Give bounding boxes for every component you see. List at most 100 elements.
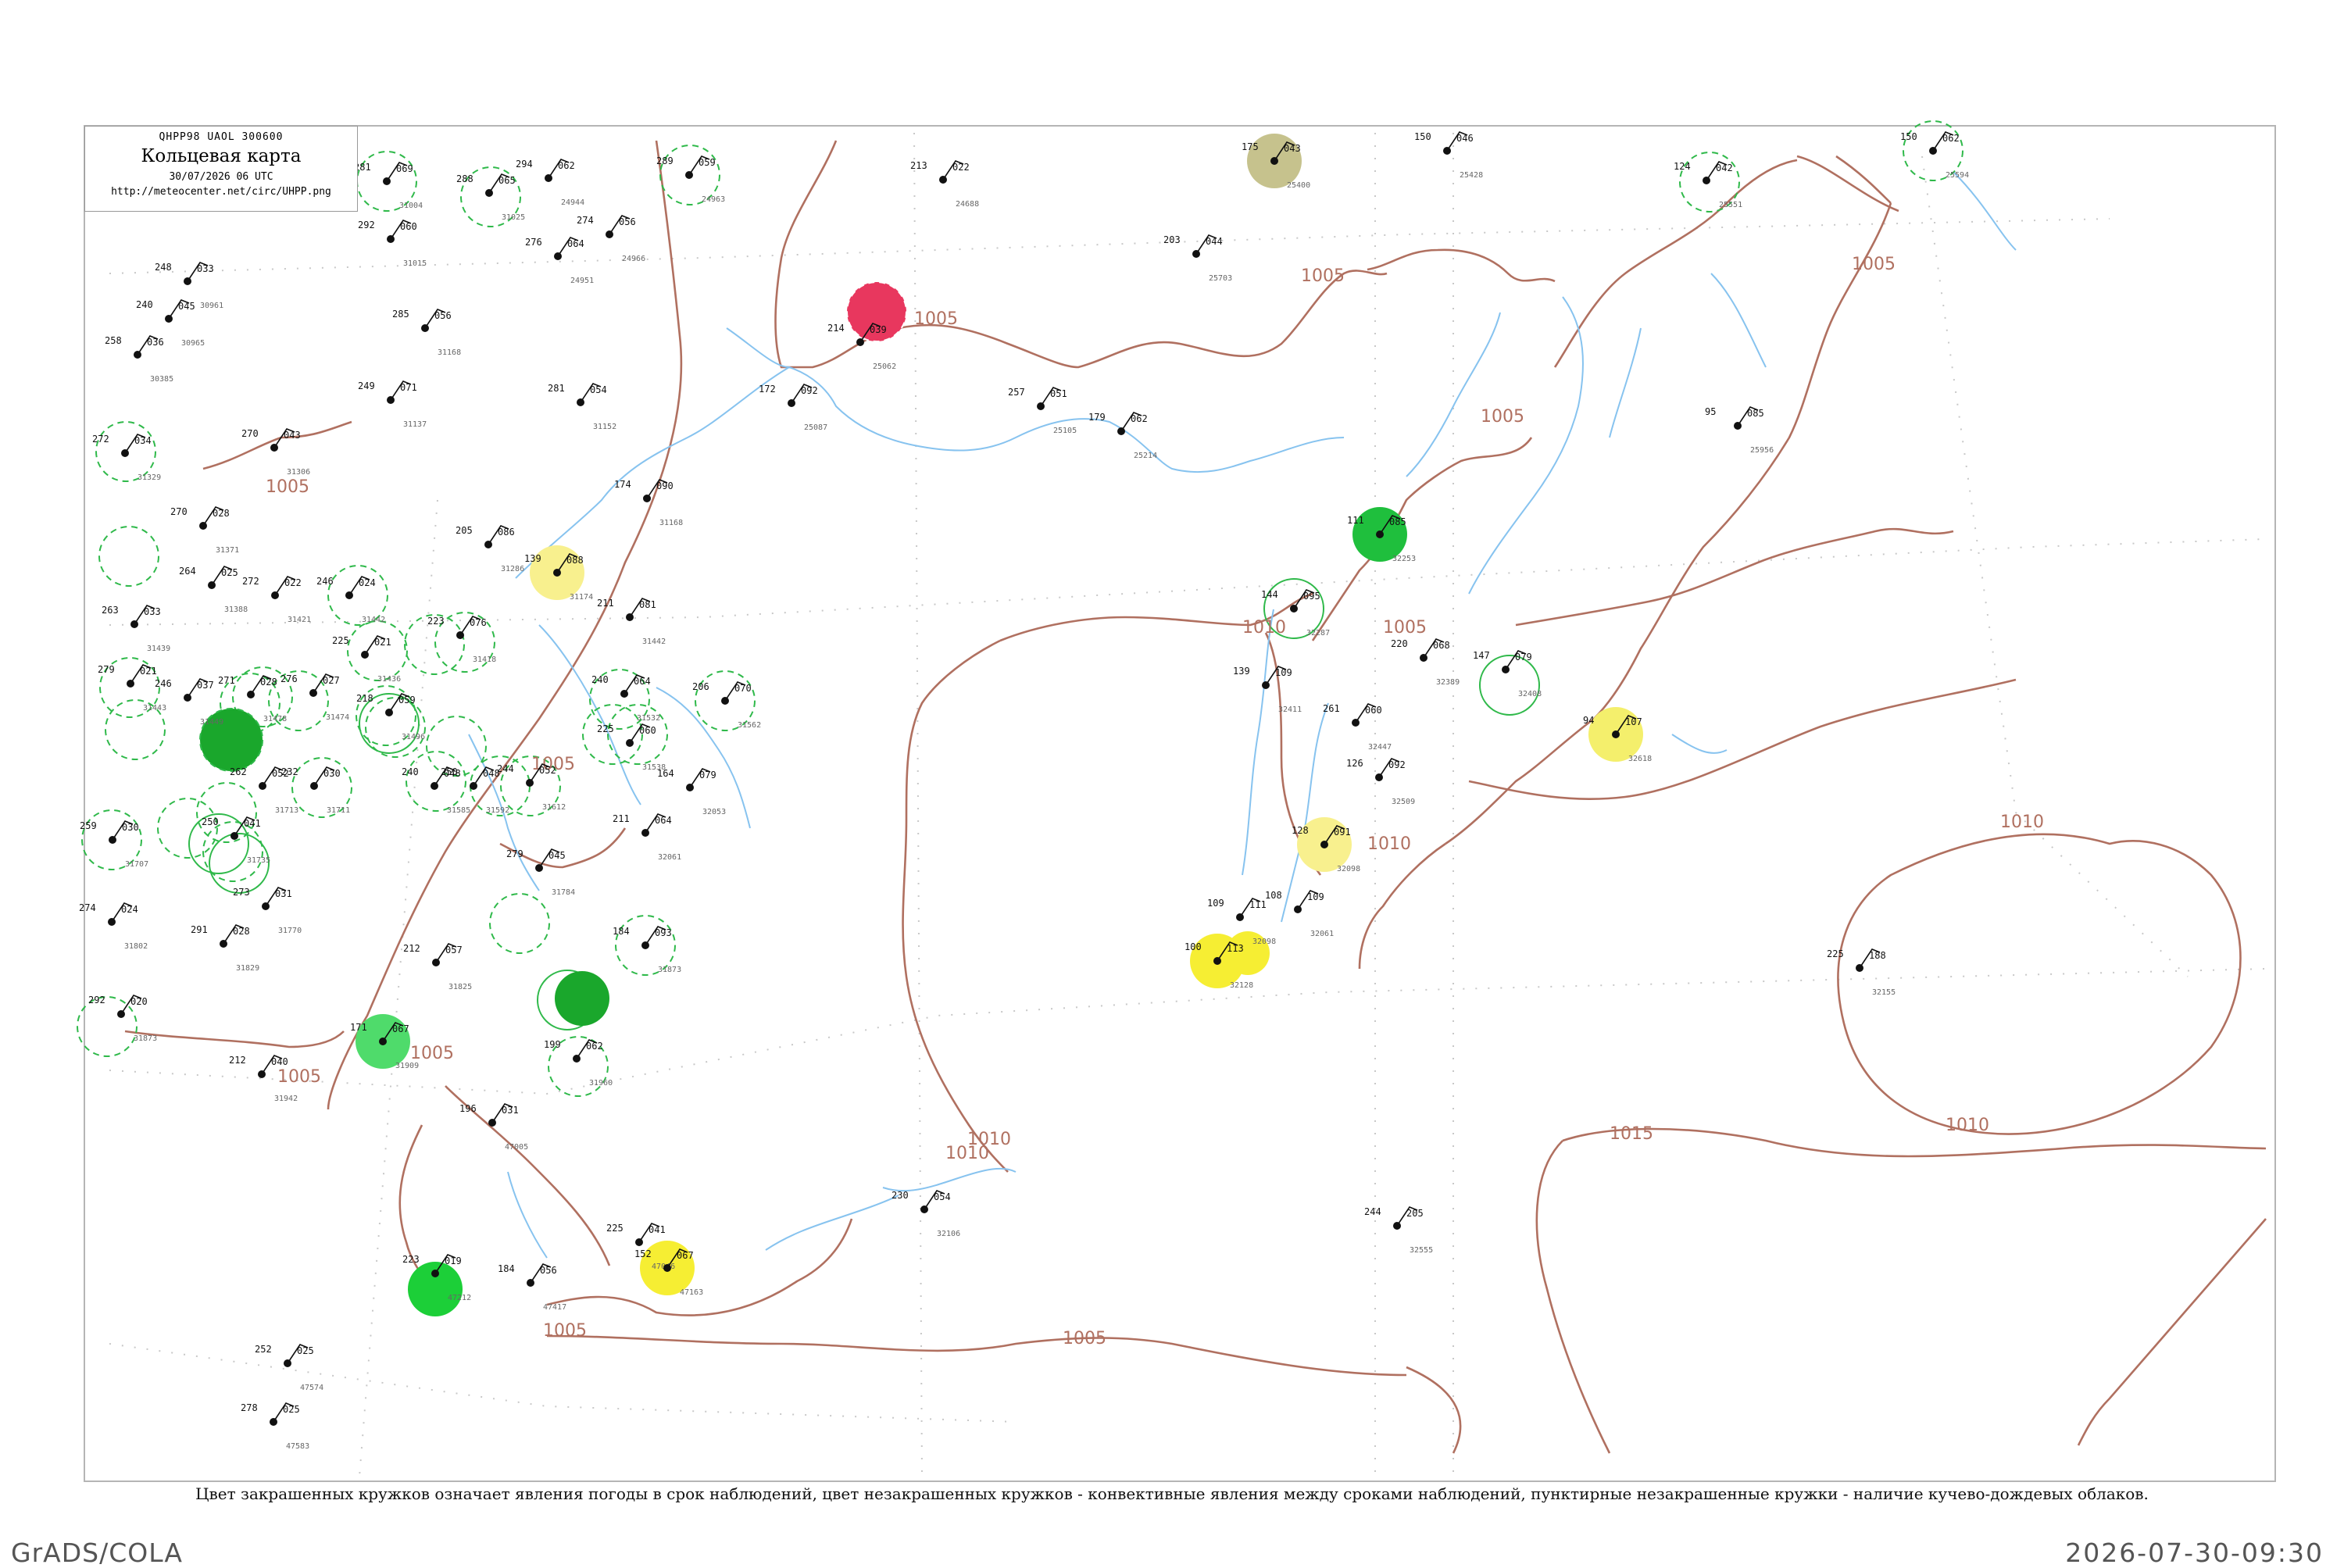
station-tendency: 041 xyxy=(244,818,261,829)
station-plot: 240 064 31532 xyxy=(591,674,660,723)
station-pressure: 292 xyxy=(88,995,105,1005)
station-plot: 272 034 31329 xyxy=(92,434,161,482)
isobar-label: 1010 xyxy=(967,1130,1011,1149)
station-plot: 225 188 32155 xyxy=(1827,948,1896,997)
station-id: 31418 xyxy=(473,655,496,664)
isobar-label: 1005 xyxy=(1301,266,1345,286)
station-pressure: 108 xyxy=(1265,890,1282,901)
station-tendency: 028 xyxy=(233,926,250,937)
station-pressure: 225 xyxy=(1827,948,1844,959)
station-tendency: 027 xyxy=(323,675,340,686)
isobar-label: 1005 xyxy=(1852,255,1896,274)
station-tendency: 092 xyxy=(801,385,818,396)
station-id: 31960 xyxy=(589,1079,613,1088)
station-id: 47005 xyxy=(505,1143,528,1152)
station-tendency: 031 xyxy=(275,888,292,899)
station-pressure: 279 xyxy=(506,848,523,859)
station-id: 24966 xyxy=(622,255,645,263)
station-pressure: 225 xyxy=(606,1223,624,1234)
station-id: 31174 xyxy=(570,593,593,602)
station-plot: 246 037 31449 xyxy=(155,678,223,727)
station-id: 32411 xyxy=(1278,705,1302,714)
station-id: 32098 xyxy=(1337,865,1360,873)
station-pressure: 272 xyxy=(242,576,259,587)
station-plot: 262 052 31713 xyxy=(230,766,298,815)
station-id: 31025 xyxy=(502,213,525,222)
station-pressure: 214 xyxy=(827,323,845,334)
station-id: 31449 xyxy=(200,718,223,727)
station-tendency: 060 xyxy=(639,725,656,736)
legend-caption: Цвет закрашенных кружков означает явлени… xyxy=(195,1484,2149,1503)
station-pressure: 272 xyxy=(92,434,109,445)
synoptic-map[interactable]: 1005 1005 1005 1005 1005 1005 1005 1005 … xyxy=(0,0,2344,1563)
station-id: 31562 xyxy=(738,721,761,730)
station-id: 31532 xyxy=(637,714,660,723)
software-credit: GrADS/COLA xyxy=(11,1538,183,1568)
station-id: 31802 xyxy=(124,942,148,951)
station-id: 31942 xyxy=(274,1095,298,1103)
station-tendency: 109 xyxy=(1307,891,1324,902)
station-plot: 150 046 25428 xyxy=(1414,131,1483,180)
station-id: 32555 xyxy=(1410,1246,1433,1255)
station-pressure: 94 xyxy=(1583,715,1594,726)
station-tendency: 054 xyxy=(590,384,607,395)
station-tendency: 022 xyxy=(952,162,970,173)
station-pressure: 184 xyxy=(613,926,630,937)
station-pressure: 100 xyxy=(1185,941,1202,952)
station-tendency: 113 xyxy=(1227,943,1244,954)
station-id: 31825 xyxy=(448,983,472,991)
station-id: 31329 xyxy=(138,473,161,482)
station-id: 24963 xyxy=(702,195,725,204)
station-id: 31137 xyxy=(403,420,427,429)
station-pressure: 240 xyxy=(136,299,153,310)
station-pressure: 240 xyxy=(402,766,419,777)
station-tendency: 028 xyxy=(260,677,277,688)
isobar-label: 1005 xyxy=(1481,407,1524,427)
station-plot: 172 092 25087 xyxy=(759,384,827,432)
map-datetime: 30/07/2026 06 UTC xyxy=(169,171,273,183)
station-tendency: 054 xyxy=(934,1191,951,1202)
station-id: 30385 xyxy=(150,375,173,384)
station-pressure: 172 xyxy=(759,384,776,395)
station-plot: 213 022 24688 xyxy=(910,160,979,209)
station-id: 47574 xyxy=(300,1384,323,1392)
station-id: 47046 xyxy=(652,1263,675,1271)
station-tendency: 033 xyxy=(197,263,214,274)
station-plot: 264 025 31388 xyxy=(179,566,248,614)
station-pressure: 109 xyxy=(1207,898,1224,909)
station-plot: 240 04831585 xyxy=(402,766,470,815)
station-id: 32155 xyxy=(1872,988,1896,997)
station-pressure: 164 xyxy=(657,768,674,779)
station-tendency: 056 xyxy=(540,1265,557,1276)
station-id: 31770 xyxy=(278,927,302,935)
station-tendency: 079 xyxy=(1515,652,1532,663)
station-id: 31474 xyxy=(326,713,349,722)
station-pressure: 206 xyxy=(692,681,709,692)
station-tendency: 062 xyxy=(1131,413,1148,424)
bulletin-code: QHPP98 UAOL 300600 xyxy=(159,131,284,143)
station-tendency: 022 xyxy=(284,577,302,588)
isobar-label: 1005 xyxy=(543,1321,587,1341)
station-id: 31478 xyxy=(263,715,287,723)
station-id: 24944 xyxy=(561,198,584,207)
station-pressure: 184 xyxy=(498,1263,515,1274)
station-pressure: 246 xyxy=(155,678,172,689)
station-plot: 294 062 24944 xyxy=(516,159,584,207)
station-plot: 147 079 32408 xyxy=(1473,650,1542,698)
station-pressure: 246 xyxy=(316,576,334,587)
station-tendency: 043 xyxy=(1284,143,1301,154)
station-plot: 184 056 47417 xyxy=(498,1263,566,1312)
station-id: 31436 xyxy=(377,675,401,684)
station-id: 25214 xyxy=(1134,452,1157,460)
station-tendency: 076 xyxy=(470,617,487,628)
station-id: 25062 xyxy=(873,363,896,371)
station-tendency: 188 xyxy=(1869,950,1886,961)
station-id: 31735 xyxy=(247,856,270,865)
station-plot: 289 059 24963 xyxy=(656,155,725,204)
station-pressure: 240 xyxy=(591,674,609,685)
station-plot: 206 070 31562 xyxy=(692,681,761,730)
station-tendency: 064 xyxy=(655,815,672,826)
station-pressure: 139 xyxy=(524,553,541,564)
station-tendency: 062 xyxy=(558,160,575,171)
station-pressure: 261 xyxy=(1323,703,1340,714)
